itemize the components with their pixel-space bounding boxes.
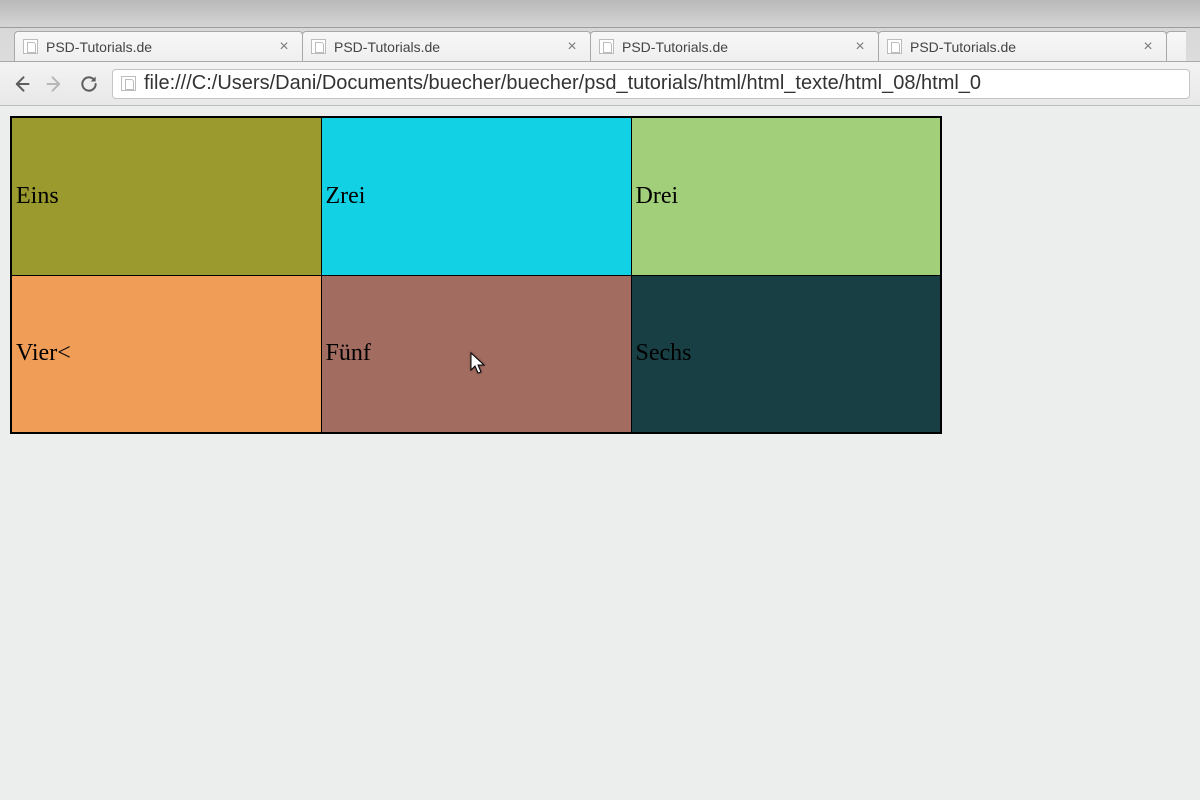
color-table: Eins Zrei Drei Vier< Fünf Sechs (10, 116, 942, 434)
browser-tab[interactable]: PSD-Tutorials.de × (590, 31, 879, 61)
address-bar[interactable]: file:///C:/Users/Dani/Documents/buecher/… (112, 69, 1190, 99)
tab-title: PSD-Tutorials.de (334, 39, 556, 55)
reload-button[interactable] (78, 73, 100, 95)
address-bar-url: file:///C:/Users/Dani/Documents/buecher/… (144, 72, 981, 95)
table-row: Vier< Fünf Sechs (11, 275, 941, 433)
close-icon[interactable]: × (276, 39, 292, 55)
back-button[interactable] (10, 73, 32, 95)
table-cell: Eins (11, 117, 321, 275)
page-viewport: Eins Zrei Drei Vier< Fünf Sechs (0, 106, 1200, 444)
browser-tab-overflow[interactable] (1166, 31, 1186, 61)
table-cell: Drei (631, 117, 941, 275)
file-icon (887, 39, 902, 54)
file-icon (121, 76, 136, 91)
tab-title: PSD-Tutorials.de (46, 39, 268, 55)
table-cell: Vier< (11, 275, 321, 433)
browser-toolbar: file:///C:/Users/Dani/Documents/buecher/… (0, 62, 1200, 106)
table-cell: Sechs (631, 275, 941, 433)
tab-title: PSD-Tutorials.de (910, 39, 1132, 55)
close-icon[interactable]: × (852, 39, 868, 55)
close-icon[interactable]: × (1140, 39, 1156, 55)
table-cell: Fünf (321, 275, 631, 433)
tab-strip: PSD-Tutorials.de × PSD-Tutorials.de × PS… (0, 28, 1200, 62)
file-icon (23, 39, 38, 54)
browser-tab[interactable]: PSD-Tutorials.de × (302, 31, 591, 61)
table-cell: Zrei (321, 117, 631, 275)
window-titlebar (0, 0, 1200, 28)
browser-tab[interactable]: PSD-Tutorials.de × (14, 31, 303, 61)
file-icon (599, 39, 614, 54)
forward-button[interactable] (44, 73, 66, 95)
browser-tab[interactable]: PSD-Tutorials.de × (878, 31, 1167, 61)
table-row: Eins Zrei Drei (11, 117, 941, 275)
file-icon (311, 39, 326, 54)
tab-title: PSD-Tutorials.de (622, 39, 844, 55)
close-icon[interactable]: × (564, 39, 580, 55)
